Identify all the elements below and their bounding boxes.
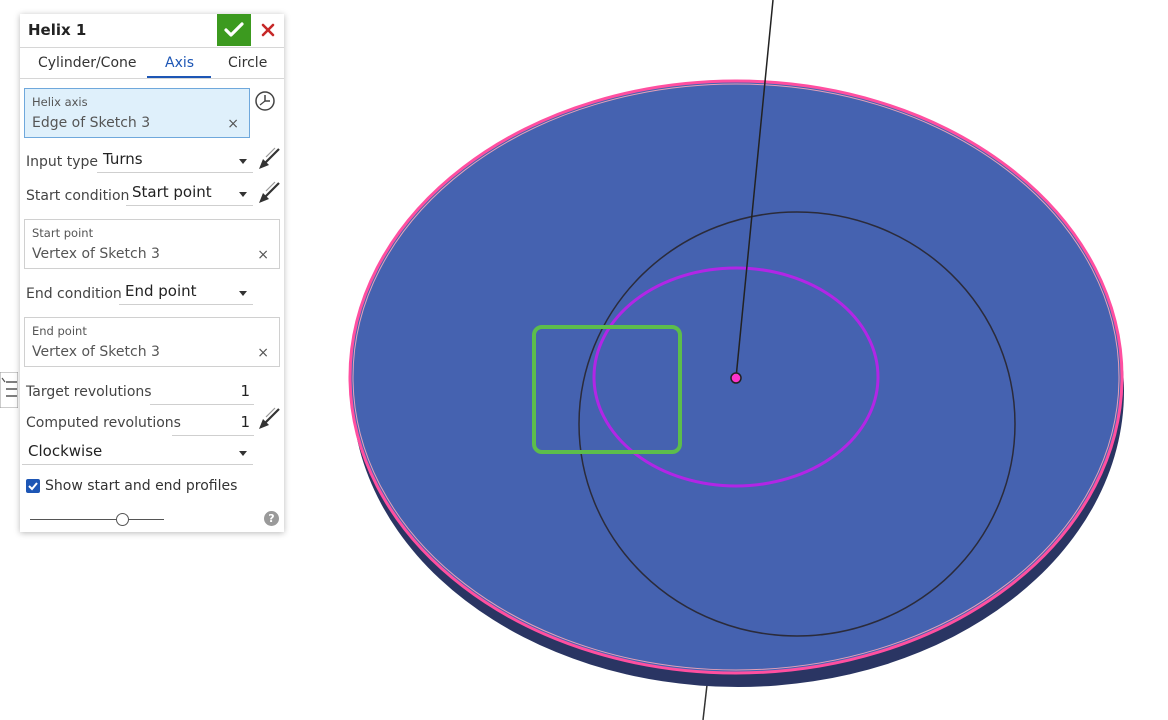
chevron-down-icon [239,192,247,197]
start-point-clear-button[interactable]: × [257,247,269,263]
computed-revolutions-value: 1 [240,413,250,431]
show-profiles-label: Show start and end profiles [45,478,238,494]
input-type-value: Turns [103,150,143,168]
helix-axis-line-bottom[interactable] [702,684,708,720]
start-condition-select[interactable]: Start point [126,183,253,206]
end-point-caption: End point [32,324,87,338]
tab-axis[interactable]: Axis [165,55,194,71]
close-icon [261,23,275,37]
start-point-caption: Start point [32,226,94,240]
helix-axis-value: Edge of Sketch 3 [32,115,151,131]
history-icon[interactable] [254,90,276,112]
direction-select[interactable]: Clockwise [22,442,253,465]
center-vertex[interactable] [730,372,742,384]
chevron-down-icon [239,451,247,456]
end-condition-select[interactable]: End point [119,282,253,305]
check-icon [224,22,244,37]
cancel-button[interactable] [254,14,282,46]
start-point-value: Vertex of Sketch 3 [32,246,160,262]
direction-value: Clockwise [28,442,103,460]
panel-title: Helix 1 [28,21,87,39]
flip-direction-icon[interactable] [257,407,281,431]
end-point-value: Vertex of Sketch 3 [32,344,160,360]
end-condition-label: End condition [26,286,122,302]
computed-revolutions-input[interactable]: 1 [172,413,254,436]
target-revolutions-value: 1 [240,382,250,400]
target-revolutions-label: Target revolutions [26,384,152,400]
checkmark-icon [28,482,38,491]
helix-axis-field[interactable]: Helix axis Edge of Sketch 3 × [24,88,250,138]
list-icon[interactable] [0,372,18,408]
chevron-down-icon [239,291,247,296]
start-point-field[interactable]: Start point Vertex of Sketch 3 × [24,219,280,269]
helix-feature-panel: Helix 1 Cylinder/Cone Axis Circle Helix … [20,14,284,532]
accept-button[interactable] [217,14,251,46]
show-profiles-checkbox[interactable] [26,479,40,493]
tab-cylinder-cone[interactable]: Cylinder/Cone [38,55,137,71]
input-type-label: Input type [26,154,98,170]
flip-direction-icon[interactable] [257,181,281,205]
target-revolutions-input[interactable]: 1 [150,382,254,405]
chevron-down-icon [239,159,247,164]
input-type-select[interactable]: Turns [97,150,253,173]
transparency-slider-thumb[interactable] [116,513,129,526]
transparency-slider-track[interactable] [30,519,164,520]
tab-bar: Cylinder/Cone Axis Circle [20,48,284,79]
end-condition-value: End point [125,282,197,300]
end-point-field[interactable]: End point Vertex of Sketch 3 × [24,317,280,367]
computed-revolutions-label: Computed revolutions [26,415,181,431]
helix-axis-clear-button[interactable]: × [227,116,239,132]
active-tab-indicator [147,76,211,78]
tab-circle[interactable]: Circle [228,55,267,71]
helix-axis-caption: Helix axis [32,95,88,109]
end-point-clear-button[interactable]: × [257,345,269,361]
panel-header: Helix 1 [20,14,284,48]
start-condition-value: Start point [132,183,212,201]
help-icon[interactable]: ? [264,511,279,526]
start-condition-label: Start condition [26,188,130,204]
flip-direction-icon[interactable] [257,147,281,171]
